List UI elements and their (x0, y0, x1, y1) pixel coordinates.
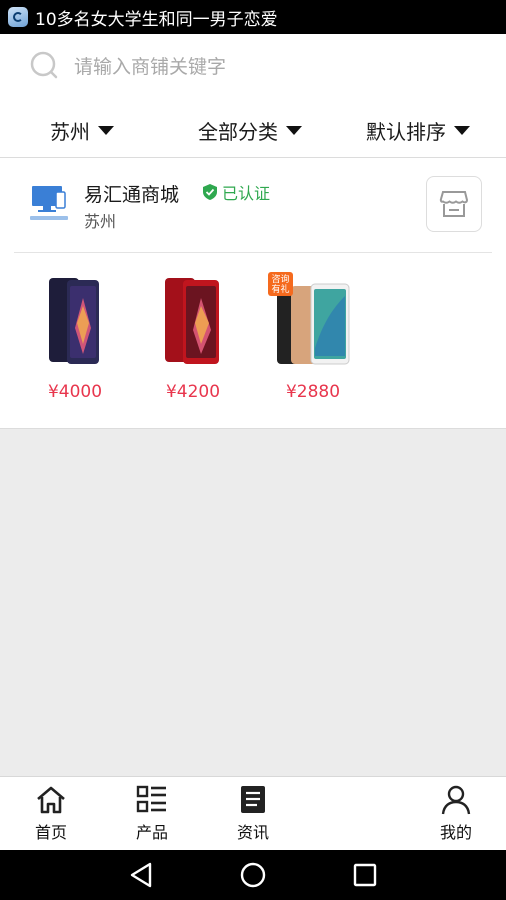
shop-city: 苏州 (84, 212, 117, 231)
nav-label: 首页 (34, 823, 67, 842)
notification-app-icon (8, 7, 28, 27)
caret-down-icon (286, 125, 302, 135)
list-icon (117, 785, 187, 815)
filter-city[interactable]: 苏州 (50, 108, 114, 152)
back-icon[interactable] (126, 861, 156, 889)
caret-down-icon (454, 125, 470, 135)
filter-sort[interactable]: 默认排序 (366, 108, 470, 152)
search-bar[interactable]: 请输入商铺关键字 (30, 51, 226, 79)
search-icon (30, 51, 58, 79)
filter-category-label: 全部分类 (198, 119, 278, 144)
product-price: ¥4000 (47, 382, 103, 402)
search-input[interactable]: 请输入商铺关键字 (74, 52, 226, 79)
nav-item-products[interactable]: 产品 (117, 785, 187, 845)
product-price: ¥2880 (285, 382, 341, 402)
caret-down-icon (98, 125, 114, 135)
svg-text:咨询: 咨询 (271, 273, 289, 285)
filter-bar: 苏州 全部分类 默认排序 (0, 108, 506, 152)
filter-city-label: 苏州 (50, 119, 90, 144)
shop-logo (28, 184, 70, 224)
home-circle-icon[interactable] (238, 861, 268, 889)
status-bar: 10多名女大学生和同一男子恋爱 (0, 0, 506, 34)
store-icon (439, 191, 469, 217)
nav-label: 产品 (135, 823, 168, 842)
shield-check-icon (203, 184, 217, 200)
verified-badge: 已认证 (203, 180, 270, 204)
nav-label: 我的 (439, 823, 472, 842)
product-price: ¥4200 (165, 382, 221, 402)
filter-sort-label: 默认排序 (366, 119, 446, 144)
header-area: 请输入商铺关键字 苏州 全部分类 默认排序 (0, 34, 506, 158)
nav-item-news[interactable]: 资讯 (218, 785, 288, 845)
svg-text:有礼: 有礼 (271, 283, 289, 295)
divider (14, 252, 492, 253)
product-item[interactable]: ¥4000 (25, 268, 125, 408)
bottom-nav: 首页 产品 资讯 我的 (0, 776, 506, 850)
verified-label: 已认证 (222, 184, 271, 203)
shop-name[interactable]: 易汇通商城 (84, 180, 179, 207)
user-icon (421, 785, 491, 815)
nav-item-mine[interactable]: 我的 (421, 785, 491, 845)
nav-label: 资讯 (236, 823, 269, 842)
recents-icon[interactable] (350, 861, 380, 889)
notification-text: 10多名女大学生和同一男子恋爱 (35, 9, 278, 30)
product-image (25, 268, 125, 368)
product-image: 咨询 有礼 (263, 268, 363, 368)
home-icon (16, 785, 86, 815)
system-nav-bar (0, 850, 506, 900)
product-item[interactable]: 咨询 有礼 ¥2880 (263, 268, 363, 408)
divider (0, 428, 506, 429)
filter-category[interactable]: 全部分类 (198, 108, 302, 152)
product-image (143, 268, 243, 368)
nav-item-home[interactable]: 首页 (16, 785, 86, 845)
news-icon (218, 785, 288, 815)
product-item[interactable]: ¥4200 (143, 268, 243, 408)
shop-card[interactable]: 易汇通商城 已认证 苏州 ¥4000 ¥4200 咨询 有礼 ¥2880 (0, 158, 506, 428)
store-button[interactable] (426, 176, 482, 232)
